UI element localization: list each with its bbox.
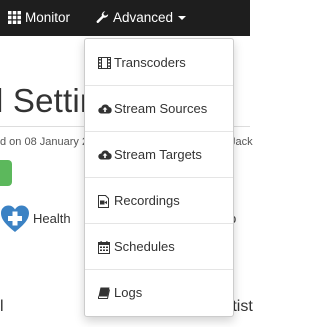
menu-item-transcoders[interactable]: Transcoders xyxy=(85,40,233,86)
nav-monitor-label: Monitor xyxy=(25,10,71,25)
cloud-upload-icon xyxy=(98,150,112,160)
menu-item-label: Schedules xyxy=(114,239,175,254)
wrench-icon xyxy=(96,11,109,23)
nav-monitor[interactable]: Monitor xyxy=(8,0,70,36)
recording-file-icon xyxy=(98,195,109,208)
menu-item-label: Stream Sources xyxy=(114,101,208,116)
cloud-upload-icon xyxy=(98,104,112,114)
updated-info-text: d on 08 January 2 xyxy=(0,136,89,148)
menu-item-label: Stream Targets xyxy=(114,147,202,162)
nav-advanced-dropdown-toggle[interactable]: Advanced xyxy=(96,0,187,36)
advanced-dropdown-menu: Transcoders Stream Sources Stream Target… xyxy=(84,38,234,317)
top-navbar: Monitor Advanced xyxy=(0,0,250,36)
book-icon xyxy=(98,287,110,299)
nav-advanced-label: Advanced xyxy=(113,10,174,25)
film-icon xyxy=(98,57,111,69)
menu-item-recordings[interactable]: Recordings xyxy=(85,178,233,224)
calendar-icon xyxy=(98,241,110,254)
health-tab-label[interactable]: Health xyxy=(33,211,71,226)
column-header-left: l xyxy=(0,298,4,315)
menu-item-label: Transcoders xyxy=(114,55,186,70)
grid-icon xyxy=(8,11,21,24)
health-cross-icon xyxy=(1,205,29,232)
menu-item-stream-targets[interactable]: Stream Targets xyxy=(85,132,233,178)
menu-item-schedules[interactable]: Schedules xyxy=(85,224,233,270)
status-button[interactable] xyxy=(0,160,12,186)
caret-down-icon xyxy=(178,16,187,20)
menu-item-stream-sources[interactable]: Stream Sources xyxy=(85,86,233,132)
menu-item-label: Logs xyxy=(114,285,143,300)
menu-item-label: Recordings xyxy=(114,193,180,208)
menu-item-logs[interactable]: Logs xyxy=(85,270,233,316)
